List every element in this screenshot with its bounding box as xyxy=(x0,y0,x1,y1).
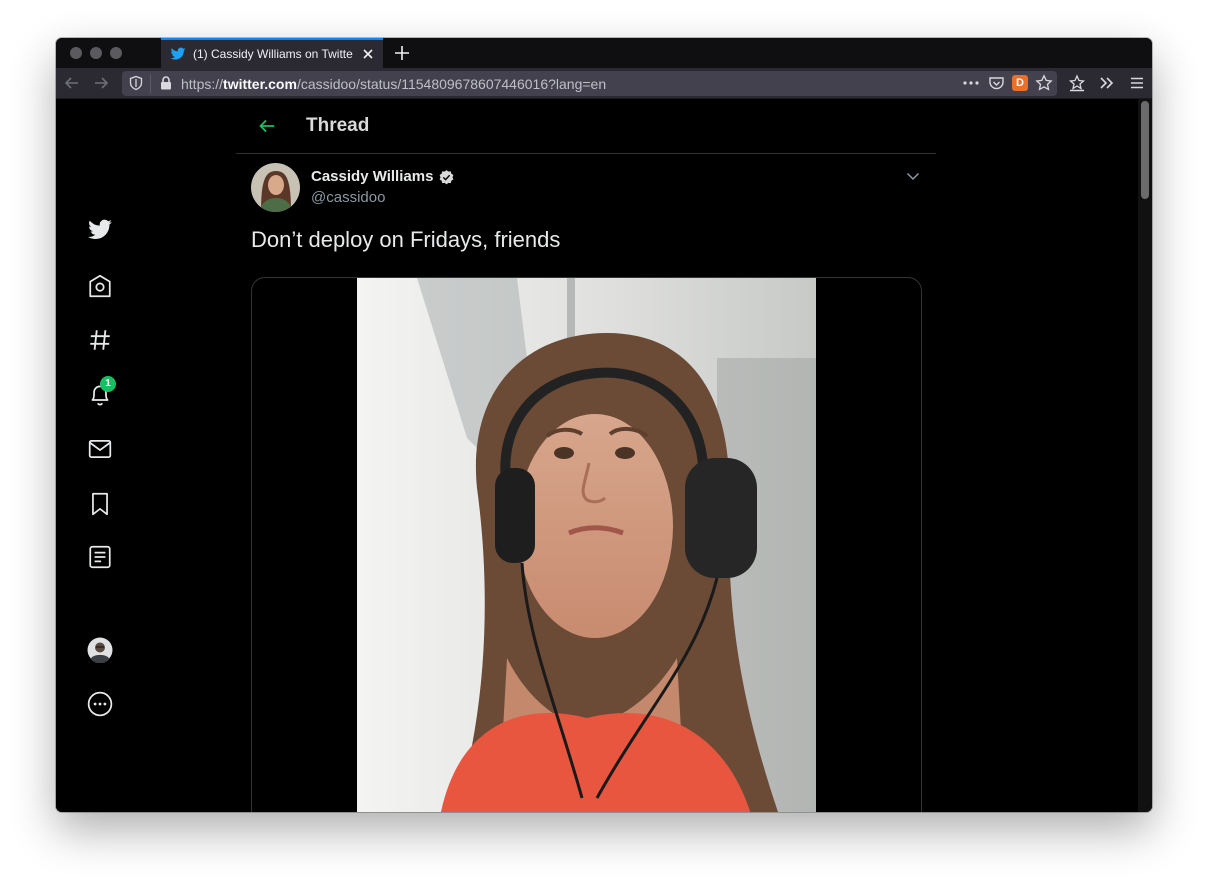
extension-badge-icon[interactable]: D xyxy=(1012,75,1028,91)
browser-tab-active[interactable]: (1) Cassidy Williams on Twitter: "D xyxy=(161,38,383,68)
new-tab-icon[interactable] xyxy=(392,43,412,63)
scrollbar[interactable] xyxy=(1138,99,1152,812)
close-window-button[interactable] xyxy=(70,47,82,59)
video-frame-image[interactable] xyxy=(357,278,816,812)
bookmark-icon[interactable] xyxy=(87,491,113,517)
scrollbar-thumb[interactable] xyxy=(1141,101,1149,199)
back-nav-icon[interactable] xyxy=(62,73,82,93)
hashtag-icon[interactable] xyxy=(87,327,113,353)
author-handle[interactable]: @cassidoo xyxy=(311,189,385,206)
library-icon[interactable] xyxy=(1067,73,1087,93)
nav-toolbar: https://twitter.com/cassidoo/status/1154… xyxy=(56,68,1152,99)
hamburger-menu-icon[interactable] xyxy=(1127,73,1147,93)
tab-strip: (1) Cassidy Williams on Twitter: "D xyxy=(56,38,1152,68)
url-bar[interactable]: https://twitter.com/cassidoo/status/1154… xyxy=(122,71,1057,96)
mail-icon[interactable] xyxy=(87,436,113,462)
url-path: /cassidoo/status/1154809678607446016?lan… xyxy=(296,76,607,92)
more-icon[interactable] xyxy=(87,691,113,717)
overflow-menu-icon[interactable] xyxy=(1097,73,1117,93)
close-tab-icon[interactable] xyxy=(361,47,375,61)
twitter-bird-icon[interactable] xyxy=(87,217,113,243)
bookmark-star-icon[interactable] xyxy=(1035,74,1053,92)
url-text[interactable]: https://twitter.com/cassidoo/status/1154… xyxy=(181,76,606,92)
url-scheme: https:// xyxy=(181,76,224,92)
url-divider xyxy=(150,74,151,93)
url-domain: twitter.com xyxy=(223,76,297,92)
thread-header: Thread xyxy=(236,99,936,154)
forward-nav-icon[interactable] xyxy=(91,73,111,93)
author-name[interactable]: Cassidy Williams xyxy=(311,168,433,185)
chevron-down-icon[interactable] xyxy=(905,168,921,184)
twitter-page: 1 Thread Cassidy Williams @cassidoo Don’… xyxy=(56,99,1138,812)
author-avatar[interactable] xyxy=(251,163,300,212)
list-icon[interactable] xyxy=(87,544,113,570)
verified-badge-icon xyxy=(439,170,454,185)
notification-badge: 1 xyxy=(100,376,116,392)
minimize-window-button[interactable] xyxy=(90,47,102,59)
page-title: Thread xyxy=(306,115,370,136)
browser-window: (1) Cassidy Williams on Twitter: "D xyxy=(56,38,1152,812)
home-icon[interactable] xyxy=(87,273,113,299)
tweet-media[interactable] xyxy=(251,277,922,812)
page-actions-icon[interactable] xyxy=(962,75,980,91)
lock-icon[interactable] xyxy=(158,75,174,91)
shield-icon[interactable] xyxy=(128,75,144,91)
twitter-favicon-icon xyxy=(170,47,186,60)
back-arrow-icon[interactable] xyxy=(256,115,278,137)
profile-avatar[interactable] xyxy=(87,637,113,663)
tab-title: (1) Cassidy Williams on Twitter: "D xyxy=(193,47,353,61)
tweet-text: Don’t deploy on Fridays, friends xyxy=(251,227,561,252)
pocket-icon[interactable] xyxy=(988,75,1005,91)
maximize-window-button[interactable] xyxy=(110,47,122,59)
